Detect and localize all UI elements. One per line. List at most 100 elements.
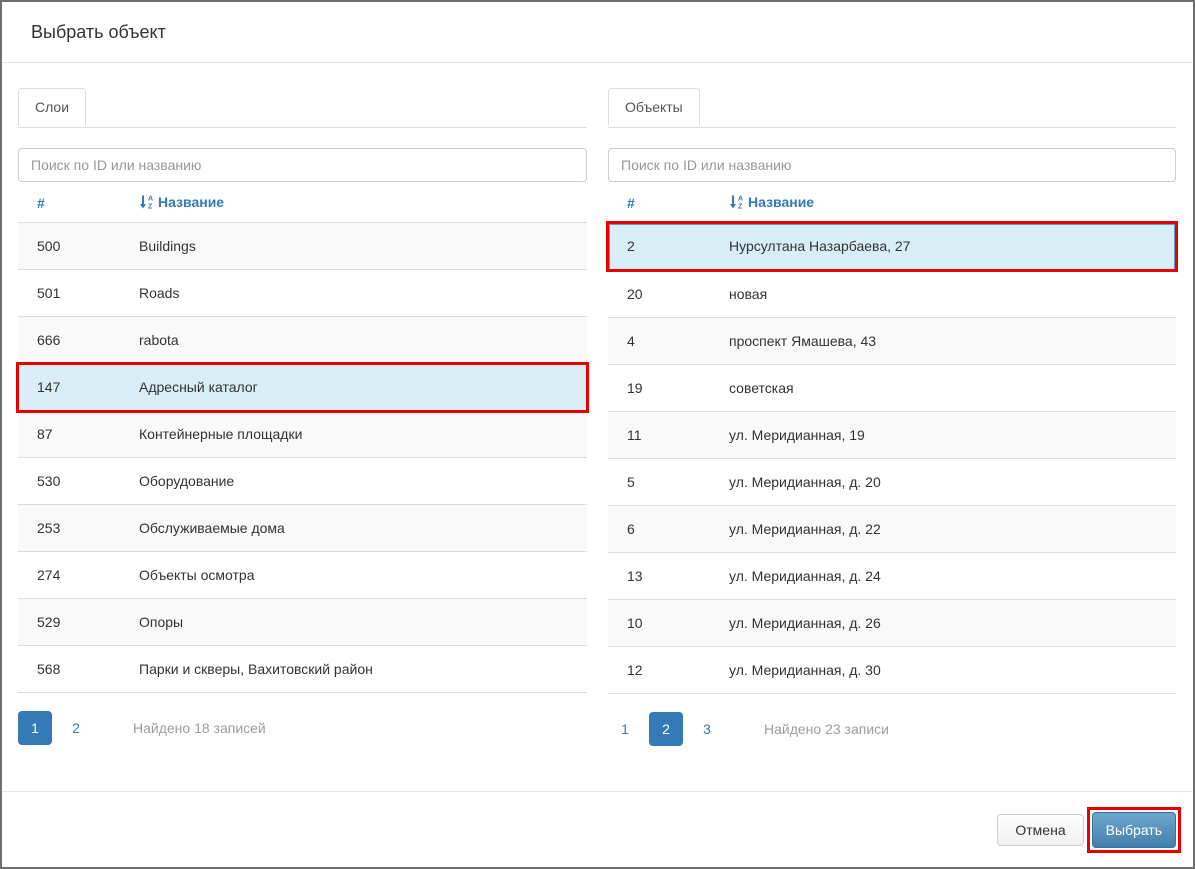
table-row[interactable]: 4 проспект Ямашева, 43 [608,318,1176,365]
objects-search-input[interactable] [608,148,1176,182]
row-id: 568 [18,646,120,693]
objects-pagination: 1 2 3 Найдено 23 записи [608,712,1176,746]
table-row-selected[interactable]: 2 Нурсултана Назарбаева, 27 [608,223,1176,271]
table-row-selected[interactable]: 147 Адресный каталог [18,364,587,411]
table-row[interactable]: 6 ул. Меридианная, д. 22 [608,506,1176,553]
row-name: ул. Меридианная, д. 20 [710,459,1176,506]
select-button-highlight: Выбрать [1087,807,1181,853]
modal-body: Слои # A Z [2,63,1193,791]
sort-alpha-asc-icon: A Z [139,194,154,212]
select-object-modal: Выбрать объект Слои # [0,0,1195,869]
page-button-active[interactable]: 2 [649,712,683,746]
row-name: ул. Меридианная, 19 [710,412,1176,459]
row-id: 666 [18,317,120,364]
row-id: 12 [608,647,710,694]
found-records-text: Найдено 23 записи [764,721,889,737]
page-button[interactable]: 2 [59,711,93,745]
table-row[interactable]: 568 Парки и скверы, Вахитовский район [18,646,587,693]
layers-col-num-header[interactable]: # [18,182,120,223]
cancel-button[interactable]: Отмена [997,814,1083,846]
table-row[interactable]: 529 Опоры [18,599,587,646]
svg-text:Z: Z [148,204,153,210]
modal-footer: Отмена Выбрать [2,791,1193,867]
modal-header: Выбрать объект [2,2,1193,63]
row-id: 501 [18,270,120,317]
table-row[interactable]: 11 ул. Меридианная, 19 [608,412,1176,459]
row-id: 13 [608,553,710,600]
objects-col-name-label: Название [748,194,814,210]
row-name: проспект Ямашева, 43 [710,318,1176,365]
row-name: Объекты осмотра [120,552,587,599]
row-id: 87 [18,411,120,458]
svg-text:A: A [738,196,743,203]
table-row[interactable]: 5 ул. Меридианная, д. 20 [608,459,1176,506]
row-name: советская [710,365,1176,412]
page-button[interactable]: 3 [690,712,724,746]
row-id: 530 [18,458,120,505]
objects-col-name-header[interactable]: A Z Название [710,182,1176,223]
table-row[interactable]: 530 Оборудование [18,458,587,505]
row-id: 20 [608,270,710,318]
tab-objects[interactable]: Объекты [608,88,700,126]
table-row[interactable]: 13 ул. Меридианная, д. 24 [608,553,1176,600]
table-row[interactable]: 87 Контейнерные площадки [18,411,587,458]
table-row[interactable]: 501 Roads [18,270,587,317]
row-id: 11 [608,412,710,459]
layers-table: # A Z Название [18,182,587,693]
found-records-text: Найдено 18 записей [133,720,266,736]
layers-search-input[interactable] [18,148,587,182]
layers-pagination: 1 2 Найдено 18 записей [18,711,587,745]
objects-col-num-header[interactable]: # [608,182,710,223]
row-name: ул. Меридианная, д. 30 [710,647,1176,694]
row-name: Нурсултана Назарбаева, 27 [710,223,1176,271]
row-id: 5 [608,459,710,506]
row-id: 147 [18,364,120,411]
row-id: 4 [608,318,710,365]
objects-table: # A Z Название [608,182,1176,694]
svg-text:A: A [148,196,153,203]
modal-title: Выбрать объект [31,22,166,43]
row-name: Оборудование [120,458,587,505]
page-button[interactable]: 1 [608,712,642,746]
page-button-active[interactable]: 1 [18,711,52,745]
row-name: Обслуживаемые дома [120,505,587,552]
table-row[interactable]: 12 ул. Меридианная, д. 30 [608,647,1176,694]
objects-panel: Объекты # A Z [608,87,1176,791]
row-name: rabota [120,317,587,364]
row-id: 529 [18,599,120,646]
layers-tabbar: Слои [18,87,587,128]
row-name: Адресный каталог [120,364,587,411]
select-button[interactable]: Выбрать [1092,812,1176,848]
table-row[interactable]: 500 Buildings [18,223,587,270]
layers-col-name-header[interactable]: A Z Название [120,182,587,223]
row-id: 6 [608,506,710,553]
row-name: Roads [120,270,587,317]
table-row[interactable]: 20 новая [608,270,1176,318]
row-name: Buildings [120,223,587,270]
row-id: 10 [608,600,710,647]
layers-panel: Слои # A Z [18,87,587,791]
objects-tabbar: Объекты [608,87,1176,128]
row-id: 253 [18,505,120,552]
row-name: ул. Меридианная, д. 26 [710,600,1176,647]
row-id: 2 [608,223,710,271]
tab-layers[interactable]: Слои [18,88,86,126]
row-id: 500 [18,223,120,270]
sort-alpha-asc-icon: A Z [729,194,744,212]
table-row[interactable]: 666 rabota [18,317,587,364]
layers-col-name-label: Название [158,194,224,210]
row-name: Парки и скверы, Вахитовский район [120,646,587,693]
table-row[interactable]: 19 советская [608,365,1176,412]
row-name: Контейнерные площадки [120,411,587,458]
row-name: ул. Меридианная, д. 24 [710,553,1176,600]
row-name: ул. Меридианная, д. 22 [710,506,1176,553]
table-row[interactable]: 274 Объекты осмотра [18,552,587,599]
row-id: 274 [18,552,120,599]
objects-table-header-row: # A Z Название [608,182,1176,223]
layers-table-header-row: # A Z Название [18,182,587,223]
row-id: 19 [608,365,710,412]
svg-text:Z: Z [738,204,743,210]
row-name: Опоры [120,599,587,646]
table-row[interactable]: 10 ул. Меридианная, д. 26 [608,600,1176,647]
table-row[interactable]: 253 Обслуживаемые дома [18,505,587,552]
